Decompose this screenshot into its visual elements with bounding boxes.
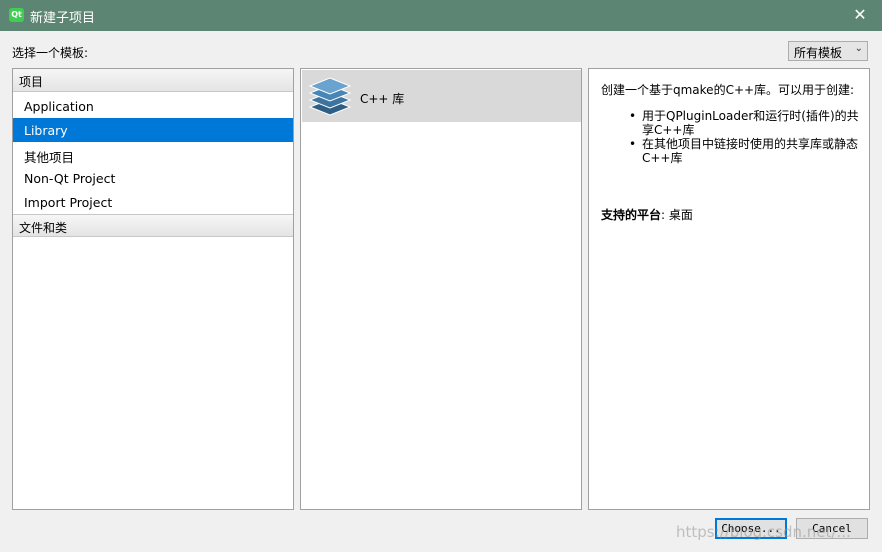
description-intro: 创建一个基于qmake的C++库。可以用于创建: — [601, 83, 855, 97]
template-description: 创建一个基于qmake的C++库。可以用于创建: • 用于QPluginLoad… — [588, 68, 870, 510]
description-bullet-text: 在其他项目中链接时使用的共享库或静态C++库 — [642, 137, 859, 165]
category-header-label: 项目 — [19, 75, 44, 89]
category-item-label: 其他项目 — [24, 150, 75, 165]
template-item-cpp-library[interactable]: C++ 库 — [302, 70, 581, 122]
category-list[interactable]: 项目 Application Library 其他项目 Non-Qt Proje… — [12, 68, 294, 510]
platforms-value: : 桌面 — [661, 208, 693, 222]
category-item-application[interactable]: Application — [13, 94, 293, 118]
category-item-label: Library — [24, 123, 68, 138]
platforms-label: 支持的平台 — [601, 208, 662, 222]
category-header-projects[interactable]: 项目 — [13, 69, 293, 92]
category-header-label: 文件和类 — [19, 221, 68, 235]
choose-template-label: 选择一个模板: — [12, 46, 89, 60]
template-item-label: C++ 库 — [360, 92, 405, 106]
category-item-label: Non-Qt Project — [24, 171, 116, 186]
template-filter-value: 所有模板 — [794, 46, 843, 60]
watermark-text: https://blog.csdn.net/... — [676, 523, 851, 541]
description-bullet: • 用于QPluginLoader和运行时(插件)的共享C++库 — [629, 109, 859, 137]
category-header-files-classes[interactable]: 文件和类 — [13, 214, 293, 237]
category-item-other-projects[interactable]: 其他项目 — [13, 142, 293, 166]
template-filter-combo[interactable]: 所有模板 ⌄ — [788, 41, 868, 61]
title-bar: Qt 新建子项目 ✕ — [0, 0, 882, 31]
description-bullet-list: • 用于QPluginLoader和运行时(插件)的共享C++库 • 在其他项目… — [629, 109, 859, 165]
category-item-import-project[interactable]: Import Project — [13, 190, 293, 214]
description-bullet: • 在其他项目中链接时使用的共享库或静态C++库 — [629, 137, 859, 165]
layered-stack-icon — [308, 77, 352, 116]
window-title: 新建子项目 — [30, 11, 96, 26]
template-list[interactable]: C++ 库 — [300, 68, 582, 510]
qt-logo-icon: Qt — [9, 8, 24, 22]
category-item-label: Application — [24, 99, 94, 114]
description-bullet-text: 用于QPluginLoader和运行时(插件)的共享C++库 — [642, 109, 859, 137]
category-item-library[interactable]: Library — [13, 118, 293, 142]
category-item-label: Import Project — [24, 195, 113, 210]
category-item-non-qt-project[interactable]: Non-Qt Project — [13, 166, 293, 190]
chevron-down-icon: ⌄ — [854, 43, 863, 54]
supported-platforms: 支持的平台: 桌面 — [601, 206, 693, 223]
close-button[interactable]: ✕ — [838, 0, 882, 31]
